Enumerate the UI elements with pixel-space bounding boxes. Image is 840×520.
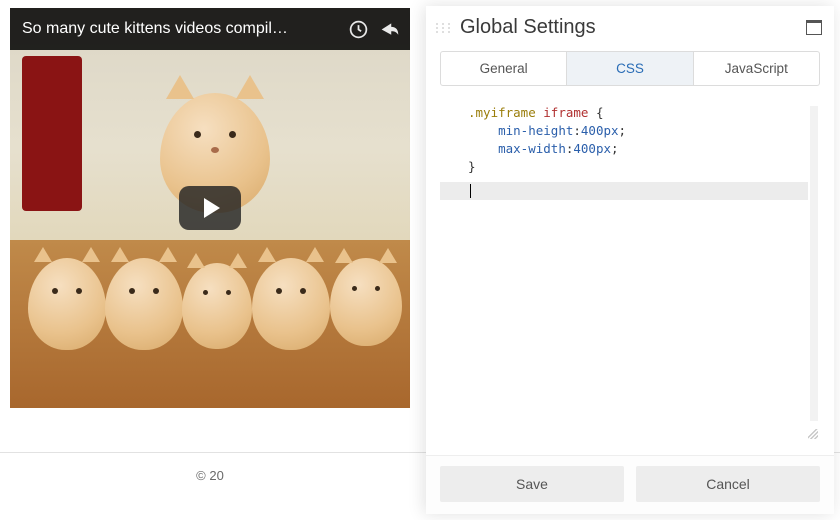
- cancel-button[interactable]: Cancel: [636, 466, 820, 502]
- editor-resize-handle[interactable]: [808, 429, 818, 439]
- editor-code: .myiframe iframe { min-height:400px; max…: [468, 104, 808, 429]
- video-titlebar: So many cute kittens videos compil…: [10, 8, 410, 50]
- footer-copyright: © 20: [0, 468, 420, 483]
- css-editor[interactable]: .myiframe iframe { min-height:400px; max…: [440, 100, 820, 441]
- watch-later-icon[interactable]: [348, 19, 369, 40]
- maximize-icon[interactable]: [806, 20, 822, 35]
- drag-handle-icon[interactable]: [434, 23, 452, 33]
- panel-actions: Save Cancel: [426, 455, 834, 514]
- settings-tabs: General CSS JavaScript: [440, 51, 820, 86]
- editor-gutter: [440, 100, 468, 441]
- tab-general[interactable]: General: [441, 52, 566, 85]
- global-settings-panel: Global Settings General CSS JavaScript .…: [426, 6, 834, 514]
- play-icon: [204, 198, 220, 218]
- tab-javascript[interactable]: JavaScript: [693, 52, 819, 85]
- editor-scrollbar[interactable]: [810, 106, 818, 421]
- panel-title: Global Settings: [460, 16, 806, 39]
- video-title[interactable]: So many cute kittens videos compil…: [22, 20, 338, 38]
- play-button[interactable]: [179, 186, 241, 230]
- save-button[interactable]: Save: [440, 466, 624, 502]
- share-icon[interactable]: [379, 19, 400, 40]
- video-embed[interactable]: So many cute kittens videos compil…: [10, 8, 410, 408]
- tab-css[interactable]: CSS: [566, 52, 692, 85]
